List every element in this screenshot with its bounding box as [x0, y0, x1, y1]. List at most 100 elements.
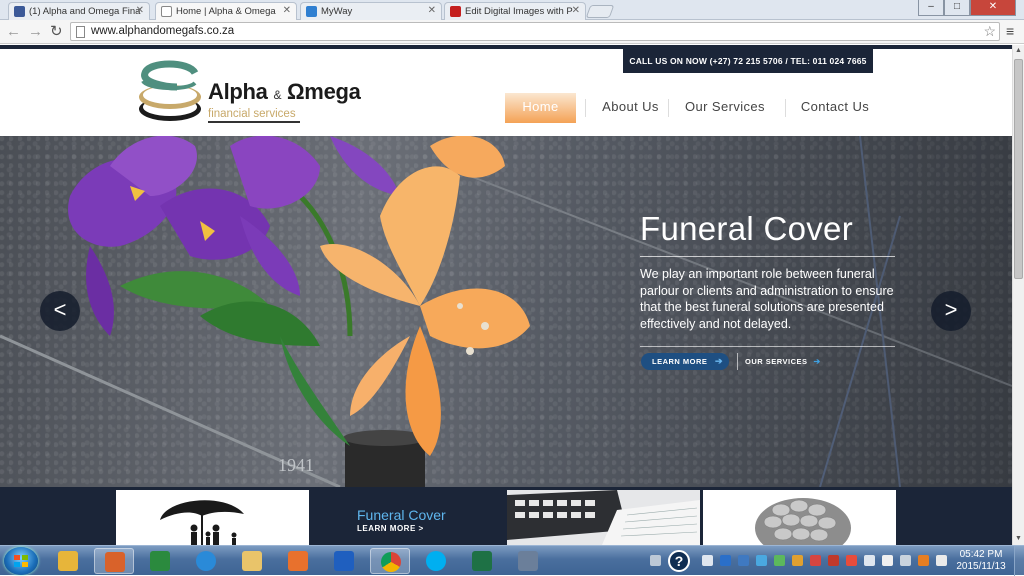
volume-icon[interactable]: [936, 555, 947, 566]
our-services-label: OUR SERVICES: [745, 357, 808, 366]
taskbar-media-player[interactable]: [278, 548, 318, 574]
image-editor-icon: [518, 551, 538, 571]
chrome-menu-icon[interactable]: ≡: [1006, 23, 1018, 39]
feature-funeral-cover[interactable]: Funeral Cover LEARN MORE >: [311, 490, 504, 545]
taskbar-chrome[interactable]: [370, 548, 410, 574]
cloud-tray-icon[interactable]: [756, 555, 767, 566]
excel-icon: [472, 551, 492, 571]
updates-tray-icon[interactable]: [918, 555, 929, 566]
facebook-icon: [14, 6, 25, 17]
feature-umbrella-family[interactable]: [116, 490, 309, 545]
battery-icon[interactable]: [900, 555, 911, 566]
logo-tagline: financial services: [208, 108, 300, 123]
network-tray-icon[interactable]: [738, 555, 749, 566]
clock-time: 05:42 PM: [959, 549, 1003, 560]
hero-divider: [640, 346, 895, 347]
media-player-icon: [288, 551, 308, 571]
show-desktop-button[interactable]: [1014, 546, 1024, 576]
nav-about-us[interactable]: About Us: [587, 93, 674, 123]
nav-contact-us[interactable]: Contact Us: [790, 93, 880, 123]
browser-tab-home[interactable]: Home | Alpha & Omega ✕: [155, 2, 297, 21]
tombstone-year: 1941: [278, 455, 314, 475]
taskbar-excel-viewer[interactable]: [140, 548, 180, 574]
nch-icon: [450, 6, 461, 17]
new-tab-button[interactable]: [585, 5, 615, 18]
browser-tab-nch[interactable]: Edit Digital Images with P ✕: [444, 2, 586, 20]
taskbar-games[interactable]: [48, 548, 88, 574]
calculator-image: [507, 490, 700, 545]
shield-tray-icon[interactable]: [792, 555, 803, 566]
site-logo[interactable]: Alpha & Ωmega financial services: [137, 57, 361, 129]
check-tray-icon[interactable]: [774, 555, 785, 566]
scroll-thumb[interactable]: [1014, 59, 1023, 279]
keyboard-icon[interactable]: [650, 555, 661, 566]
scroll-down-icon[interactable]: ▼: [1013, 533, 1024, 545]
logo-wordmark: Alpha & Ωmega: [208, 79, 361, 105]
arrow-right-icon: ➔: [813, 357, 821, 366]
taskbar-file-explorer[interactable]: [232, 548, 272, 574]
maximize-button[interactable]: □: [944, 0, 970, 16]
bookmark-star-icon[interactable]: ☆: [983, 23, 996, 40]
tray-window-icon[interactable]: [702, 555, 713, 566]
start-button[interactable]: [4, 547, 38, 575]
url-text: www.alphandomegafs.co.za: [91, 25, 235, 37]
nav-home[interactable]: Home: [505, 93, 576, 123]
chrome-icon: [381, 552, 401, 572]
tab-label: (1) Alpha and Omega Fina: [29, 6, 141, 17]
slider-prev-button[interactable]: <: [40, 291, 80, 331]
browser-tab-myway[interactable]: MyWay ✕: [300, 2, 442, 20]
taskbar-skype[interactable]: [416, 548, 456, 574]
tab-label: Home | Alpha & Omega: [176, 6, 276, 17]
reload-icon[interactable]: ↻: [50, 23, 63, 41]
nav-divider: [585, 99, 586, 117]
tab-label: Edit Digital Images with P: [465, 6, 573, 17]
bluetooth-icon: [334, 551, 354, 571]
bluetooth-tray-icon[interactable]: [720, 555, 731, 566]
close-window-button[interactable]: ✕: [970, 0, 1016, 16]
logo-name-part2: Ωmega: [281, 79, 361, 104]
page-scrollbar[interactable]: ▲ ▼: [1012, 45, 1024, 545]
alert-tray-icon[interactable]: [846, 555, 857, 566]
nav-divider: [668, 99, 669, 117]
antivirus-tray-icon[interactable]: [810, 555, 821, 566]
our-services-button[interactable]: OUR SERVICES ➔: [745, 353, 821, 370]
games-icon: [58, 551, 78, 571]
slider-next-button[interactable]: >: [931, 291, 971, 331]
feature-learn-more-link[interactable]: LEARN MORE >: [357, 524, 424, 533]
windows-logo-icon: [14, 555, 28, 567]
signal-strength-icon[interactable]: [864, 555, 875, 566]
spreadsheet-icon: [150, 551, 170, 571]
logo-name-part1: Alpha: [208, 79, 274, 104]
taskbar-internet-explorer[interactable]: [186, 548, 226, 574]
myway-icon: [306, 6, 317, 17]
back-icon[interactable]: ←: [6, 23, 21, 41]
learn-more-button[interactable]: LEARN MORE ➔: [641, 353, 729, 370]
address-bar[interactable]: www.alphandomegafs.co.za ☆: [70, 22, 1000, 41]
system-clock[interactable]: 05:42 PM 2015/11/13: [950, 549, 1012, 573]
learn-more-label: LEARN MORE: [652, 357, 708, 366]
help-button[interactable]: ?: [668, 550, 690, 572]
browser-tab-strip: (1) Alpha and Omega Fina ✕ Home | Alpha …: [0, 0, 1024, 21]
taskbar-outlook[interactable]: [94, 548, 134, 574]
close-tab-icon[interactable]: ✕: [428, 5, 436, 16]
taskbar-image-editor[interactable]: [508, 548, 548, 574]
nav-divider: [785, 99, 786, 117]
scroll-up-icon[interactable]: ▲: [1013, 45, 1024, 57]
taskbar-excel[interactable]: [462, 548, 502, 574]
close-tab-icon[interactable]: ✕: [283, 5, 291, 16]
minimize-button[interactable]: –: [918, 0, 944, 16]
browser-tab-facebook[interactable]: (1) Alpha and Omega Fina ✕: [8, 2, 150, 20]
forward-icon[interactable]: →: [28, 23, 43, 41]
close-tab-icon[interactable]: ✕: [572, 5, 580, 16]
feature-strip: Funeral Cover LEARN MORE >: [0, 487, 1012, 545]
nav-our-services[interactable]: Our Services: [677, 93, 773, 123]
media-tray-icon[interactable]: [828, 555, 839, 566]
taskbar-bluetooth[interactable]: [324, 548, 364, 574]
feature-nest-eggs[interactable]: [703, 490, 896, 545]
nest-eggs-image: [755, 498, 851, 545]
feature-calculator[interactable]: [507, 490, 700, 545]
close-tab-icon[interactable]: ✕: [136, 5, 144, 16]
page-info-icon[interactable]: [76, 26, 85, 38]
button-divider: [737, 353, 738, 370]
action-center-icon[interactable]: [882, 555, 893, 566]
